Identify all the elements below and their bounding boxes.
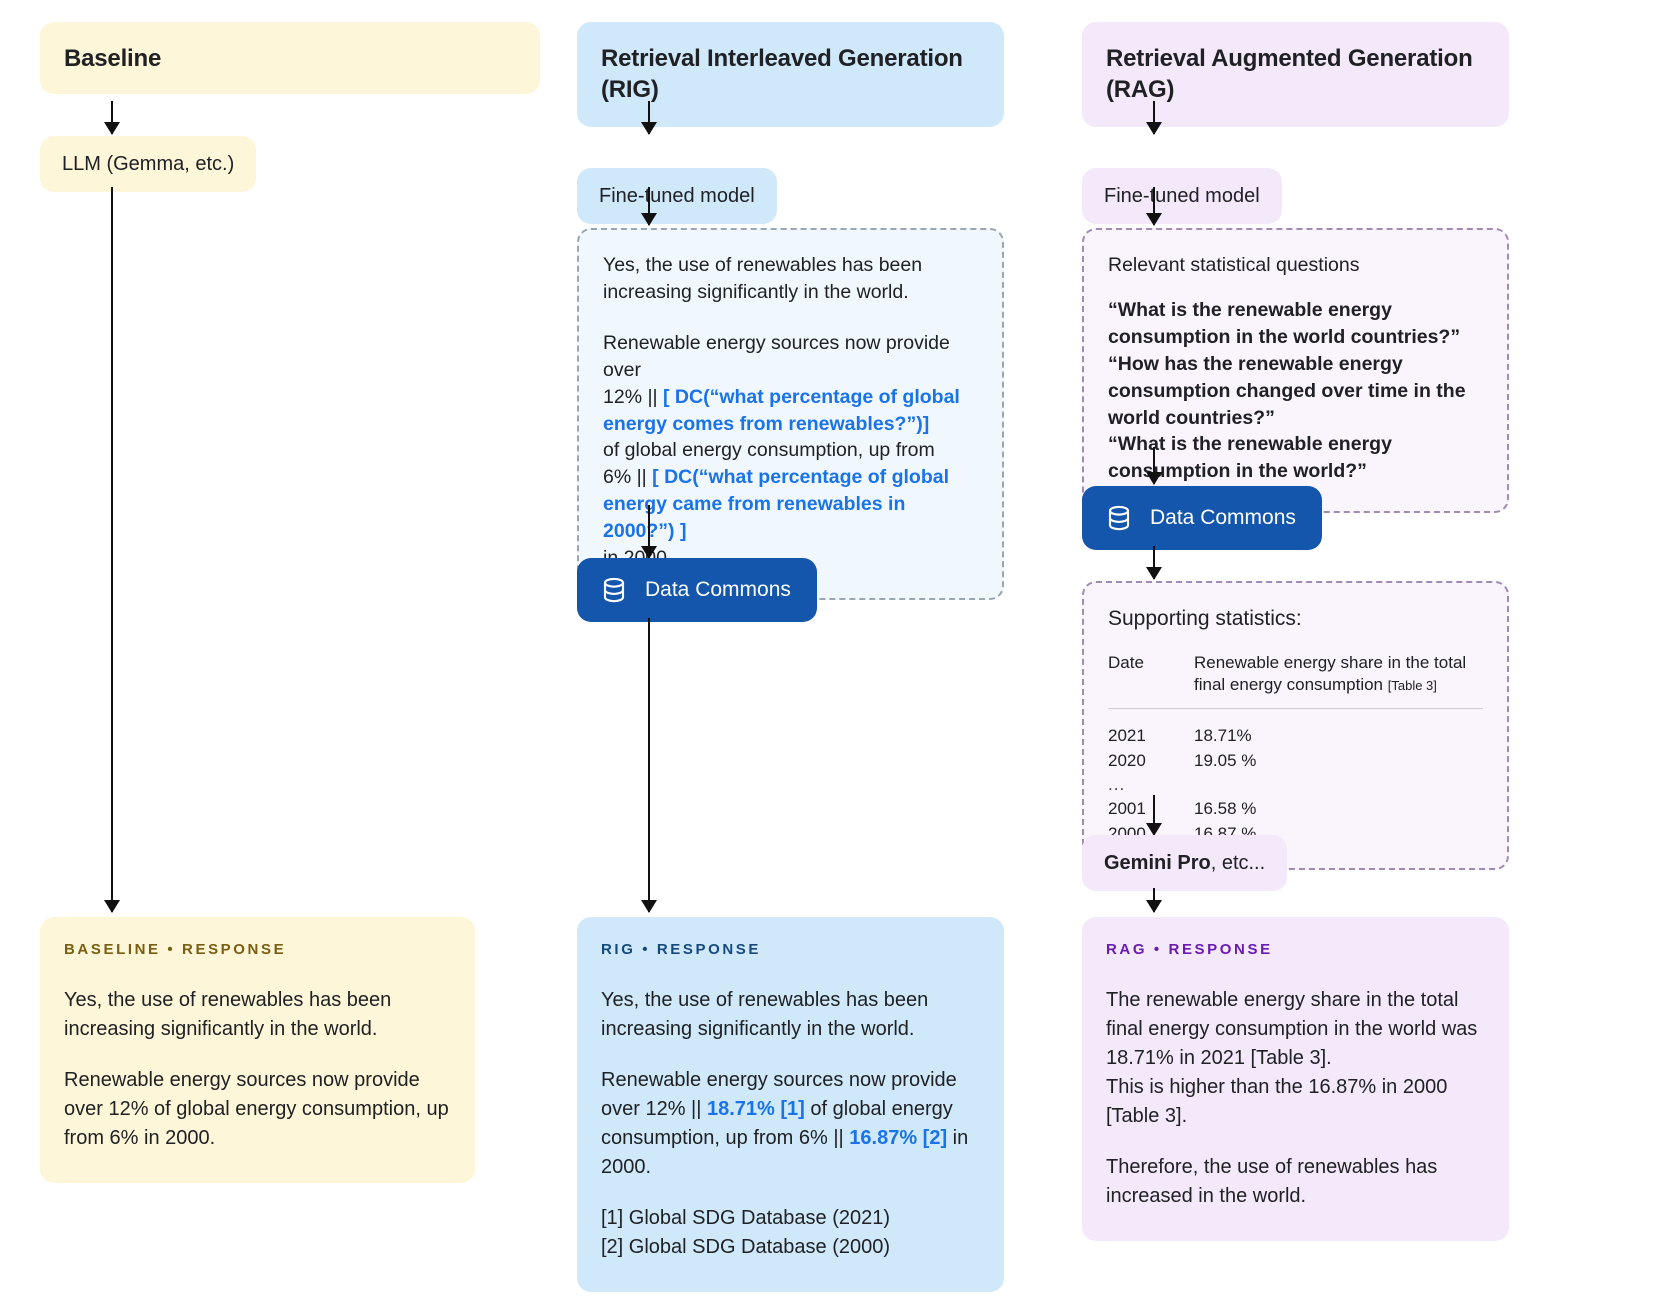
rag-response-label: RAG • RESPONSE	[1106, 941, 1273, 958]
rag-question-1: “What is the renewable energy consumptio…	[1108, 298, 1461, 348]
diagram-canvas: Baseline LLM (Gemma, etc.) BASELINE • RE…	[0, 0, 1672, 1316]
rig-data-commons-label: Data Commons	[645, 578, 791, 601]
rig-response-card: RIG • RESPONSE Yes, the use of renewable…	[577, 917, 1004, 1292]
rig-model-pill: Fine-tuned model	[577, 168, 777, 225]
rig-draft-paragraph-1: Yes, the use of renewables has been incr…	[603, 254, 923, 303]
arrow-rag-5	[1146, 795, 1162, 836]
rag-stats-date-4: 2001	[1108, 799, 1146, 819]
table-row: 2001 16.58 %	[1108, 797, 1483, 821]
rag-questions-title: Relevant statistical questions	[1108, 254, 1360, 276]
rig-data-commons-wrapper: Data Commons	[577, 558, 817, 622]
rag-stats-value-4: 16.58 %	[1194, 799, 1257, 819]
rag-stats-tbody: 2021 18.71% 2020 19.05 % ... 2001 16.58 …	[1108, 709, 1483, 847]
rig-draft-line-2-plain: 12% ||	[603, 385, 663, 408]
arrow-rig-2	[641, 187, 657, 226]
rag-stats-thead: Date Renewable energy share in the total…	[1108, 652, 1483, 709]
rig-draft-line-4: 6% || [ DC(“what percentage of global en…	[603, 464, 978, 545]
baseline-response-paragraph-1: Yes, the use of renewables has been incr…	[64, 989, 392, 1040]
rag-stats-col2-header: Renewable energy share in the total fina…	[1194, 652, 1483, 709]
rig-response-paragraph-1: Yes, the use of renewables has been incr…	[601, 989, 929, 1040]
arrow-baseline-1	[104, 101, 120, 135]
rag-data-commons-label: Data Commons	[1150, 506, 1296, 529]
rag-data-commons-wrapper: Data Commons	[1082, 486, 1322, 550]
baseline-model-pill: LLM (Gemma, etc.)	[40, 136, 257, 192]
rag-questions-list: “What is the renewable energy consumptio…	[1108, 297, 1483, 485]
rag-stats-title: Supporting statistics:	[1108, 607, 1302, 630]
rig-response-paragraph-2: Renewable energy sources now provide ove…	[601, 1066, 980, 1182]
arrow-rag-6	[1146, 888, 1162, 913]
database-icon	[599, 575, 629, 605]
arrow-rig-3	[641, 505, 657, 559]
baseline-header: Baseline	[40, 22, 540, 94]
rig-draft-line-4-plain: 6% ||	[603, 466, 653, 489]
rag-stats-value-1: 18.71%	[1194, 726, 1252, 746]
rig-header: Retrieval Interleaved Generation (RIG)	[577, 22, 1004, 128]
column-rig: Retrieval Interleaved Generation (RIG) F…	[577, 0, 1004, 1292]
rag-stats-date-1: 2021	[1108, 726, 1146, 746]
rig-response-footnotes: [1] Global SDG Database (2021) [2] Globa…	[601, 1204, 980, 1262]
table-row: ...	[1108, 773, 1483, 797]
rag-stats-value-3	[1194, 773, 1483, 797]
rig-draft-line-1: Renewable energy sources now provide ove…	[603, 331, 950, 381]
rag-model-pill: Fine-tuned model	[1082, 168, 1282, 225]
rag-stats-col2-header-note: [Table 3]	[1387, 678, 1437, 694]
rig-draft-dc-call-2: [ DC(“what percentage of global energy c…	[603, 466, 950, 543]
rag-stats-table: Date Renewable energy share in the total…	[1108, 652, 1483, 846]
rig-draft-box: Yes, the use of renewables has been incr…	[577, 228, 1004, 600]
rig-response-stat-2: 16.87% [2]	[849, 1127, 948, 1149]
arrow-rag-1	[1146, 101, 1162, 135]
rig-response-label: RIG • RESPONSE	[601, 941, 762, 958]
arrow-rig-1	[641, 101, 657, 135]
rag-gemini-pill-rest: , etc...	[1210, 852, 1266, 874]
rag-question-2: “How has the renewable energy consumptio…	[1108, 352, 1466, 429]
rag-response-card: RAG • RESPONSE The renewable energy shar…	[1082, 917, 1509, 1241]
rag-stats-date-2: 2020	[1108, 750, 1146, 770]
baseline-response-label: BASELINE • RESPONSE	[64, 941, 287, 958]
arrow-rig-4	[641, 618, 657, 913]
database-icon	[1104, 503, 1134, 533]
rag-stats-value-2: 19.05 %	[1194, 750, 1257, 770]
baseline-response-card: BASELINE • RESPONSE Yes, the use of rene…	[40, 917, 475, 1183]
column-baseline: Baseline LLM (Gemma, etc.) BASELINE • RE…	[40, 0, 540, 1183]
arrow-baseline-2	[104, 187, 120, 913]
baseline-response-body: Yes, the use of renewables has been incr…	[64, 986, 451, 1153]
column-rag: Retrieval Augmented Generation (RAG) Fin…	[1082, 0, 1509, 1241]
arrow-rag-3	[1146, 447, 1162, 485]
arrow-rag-2	[1146, 187, 1162, 226]
rig-data-commons-badge[interactable]: Data Commons	[577, 558, 817, 622]
rag-data-commons-badge[interactable]: Data Commons	[1082, 486, 1322, 550]
rag-questions-box: Relevant statistical questions “What is …	[1082, 228, 1509, 514]
rag-gemini-pill: Gemini Pro, etc...	[1082, 835, 1288, 891]
rig-response-body: Yes, the use of renewables has been incr…	[601, 986, 980, 1262]
table-row: 2021 18.71%	[1108, 709, 1483, 749]
rag-header: Retrieval Augmented Generation (RAG)	[1082, 22, 1509, 128]
rag-stats-col1-header: Date	[1108, 652, 1144, 672]
rig-draft-line-2: 12% || [ DC(“what percentage of global e…	[603, 384, 978, 438]
rag-response-body: The renewable energy share in the total …	[1106, 986, 1485, 1211]
arrow-rag-4	[1146, 546, 1162, 580]
rig-footnote-2: [2] Global SDG Database (2000)	[601, 1236, 891, 1258]
rag-gemini-pill-bold: Gemini Pro	[1104, 852, 1211, 874]
rig-draft-line-3: of global energy consumption, up from	[603, 439, 935, 462]
rag-response-paragraph-2: Therefore, the use of renewables has inc…	[1106, 1156, 1438, 1207]
baseline-response-paragraph-2: Renewable energy sources now provide ove…	[64, 1069, 449, 1149]
rag-question-3: “What is the renewable energy consumptio…	[1108, 433, 1392, 483]
rig-response-stat-1: 18.71% [1]	[707, 1098, 805, 1120]
table-header-row: Date Renewable energy share in the total…	[1108, 652, 1483, 709]
rag-stats-date-3: ...	[1108, 775, 1126, 795]
rig-footnote-1: [1] Global SDG Database (2021)	[601, 1207, 891, 1229]
rag-response-paragraph-1: The renewable energy share in the total …	[1106, 989, 1478, 1127]
table-row: 2020 19.05 %	[1108, 749, 1483, 773]
